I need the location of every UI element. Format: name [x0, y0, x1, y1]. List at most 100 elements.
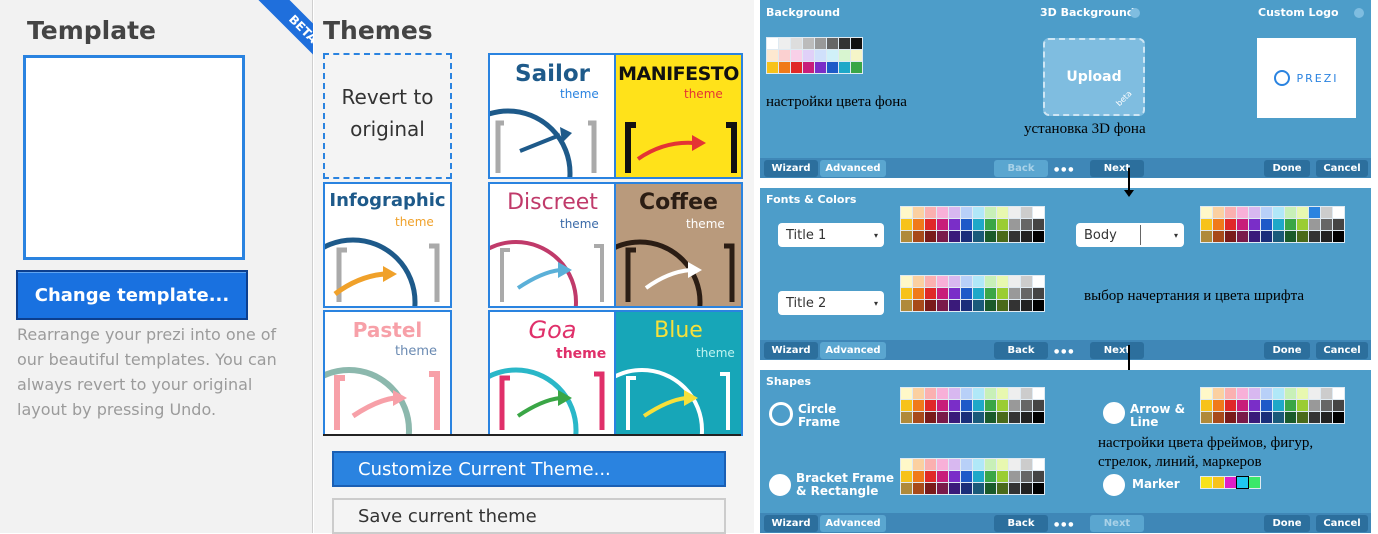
fonts-colors-heading: Fonts & Colors — [766, 193, 857, 206]
flow-arrow — [1128, 345, 1130, 373]
arrow-down-icon — [1124, 190, 1134, 197]
marker-color-palette[interactable] — [1200, 476, 1261, 489]
theme-discreet[interactable]: Discreet theme — [488, 182, 617, 308]
chevron-down-icon: ▾ — [873, 298, 878, 308]
divider — [323, 434, 741, 436]
arrow-line-color-palette[interactable] — [1200, 387, 1345, 424]
theme-pastel[interactable]: Pastel theme — [323, 310, 452, 436]
done-button[interactable]: Done — [1264, 342, 1310, 359]
theme-artwork-icon — [625, 122, 737, 173]
chevron-down-icon: ▾ — [1173, 230, 1178, 240]
body-font-select[interactable]: Body ▾ — [1076, 223, 1184, 247]
beta-ribbon: BETA — [240, 0, 313, 73]
bracket-frame-color-palette[interactable] — [900, 458, 1045, 495]
revert-to-original-tile[interactable]: Revert to original — [323, 53, 452, 179]
cancel-button[interactable]: Cancel — [1316, 515, 1368, 532]
back-button[interactable]: Back — [994, 342, 1048, 359]
theme-infographic[interactable]: Infographic theme — [323, 182, 452, 308]
theme-artwork-icon — [490, 108, 597, 177]
theme-manifesto[interactable]: MANIFESTO theme — [614, 53, 743, 179]
beta-label: BETA — [256, 0, 313, 73]
back-button[interactable]: Back — [994, 515, 1048, 532]
title2-color-palette[interactable] — [900, 275, 1045, 312]
fonts-colors-wizard-panel: Fonts & Colors Title 1 ▾ Body ▾ Title 2 ▾ в… — [760, 188, 1371, 360]
theme-artwork-icon — [616, 239, 735, 306]
background-heading: Background — [766, 6, 841, 19]
theme-blue[interactable]: Blue theme — [614, 310, 743, 436]
template-panel: Template BETA Change template... Rearran… — [0, 0, 313, 533]
annotation-shapes: настройки цвета фреймов, фигур, стрелок,… — [1098, 435, 1314, 470]
theme-sailor[interactable]: Sailor theme — [488, 53, 617, 179]
background-color-palette[interactable] — [766, 37, 863, 74]
custom-logo-heading: Custom Logo — [1258, 6, 1339, 19]
advanced-tab[interactable]: Advanced — [820, 515, 886, 532]
flow-arrow — [1128, 168, 1130, 190]
circle-frame-color-palette[interactable] — [900, 387, 1045, 424]
change-template-button[interactable]: Change template... — [16, 270, 248, 320]
progress-dots: ● ● ● — [1054, 521, 1074, 528]
theme-artwork-icon — [325, 367, 440, 434]
title2-label: Title 2 — [786, 295, 827, 311]
upload-3d-background-button[interactable]: Upload — [1043, 38, 1145, 116]
title1-font-select[interactable]: Title 1 ▾ — [778, 223, 884, 247]
cancel-button[interactable]: Cancel — [1316, 160, 1368, 177]
template-preview[interactable] — [23, 55, 245, 260]
advanced-tab[interactable]: Advanced — [820, 342, 886, 359]
annotation-3d-bg: установка 3D фона — [1024, 121, 1146, 137]
prezi-logo-icon — [1274, 70, 1291, 86]
title1-color-palette[interactable] — [900, 206, 1045, 243]
shapes-heading: Shapes — [766, 375, 812, 388]
theme-artwork-icon — [616, 368, 730, 434]
upload-label: Upload — [1066, 69, 1122, 85]
marker-label: Marker — [1132, 477, 1180, 491]
arrow-line-label: Arrow & Line — [1130, 402, 1186, 429]
marker-icon — [1103, 474, 1125, 496]
bracket-frame-icon — [769, 474, 791, 496]
annotation-fonts: выбор начертания и цвета шрифта — [1084, 288, 1305, 304]
themes-title: Themes — [323, 16, 433, 45]
progress-dots: ● ● ● — [1054, 348, 1074, 355]
save-theme-button[interactable]: Save current theme — [332, 498, 726, 534]
revert-label: Revert to original — [341, 85, 434, 141]
theme-goa[interactable]: Goa theme — [488, 310, 617, 436]
back-button[interactable]: Back — [994, 160, 1048, 177]
wizard-tab[interactable]: Wizard — [764, 160, 818, 177]
circle-frame-icon — [769, 402, 793, 426]
theme-coffee[interactable]: Coffee theme — [614, 182, 743, 308]
custom-logo-preview[interactable]: PREZI — [1257, 38, 1356, 118]
next-button[interactable]: Next — [1090, 342, 1144, 359]
done-button[interactable]: Done — [1264, 515, 1310, 532]
bracket-frame-label: Bracket Frame & Rectangle — [796, 471, 895, 498]
theme-artwork-icon — [325, 237, 440, 306]
shapes-wizard-panel: Shapes Circle Frame Arrow & Line настрой… — [760, 370, 1371, 533]
body-label: Body — [1084, 227, 1117, 243]
template-help-text: Rearrange your prezi into one of our bea… — [17, 325, 277, 419]
body-color-palette[interactable] — [1200, 206, 1345, 243]
next-button[interactable]: Next — [1090, 160, 1144, 177]
help-icon[interactable] — [1354, 8, 1364, 18]
wizard-toolbar: Wizard Advanced Back ● ● ● Next Done Can… — [760, 340, 1371, 360]
wizard-tab[interactable]: Wizard — [764, 515, 818, 532]
logo-text: PREZI — [1296, 71, 1339, 85]
customize-theme-button[interactable]: Customize Current Theme... — [332, 451, 726, 487]
wizard-toolbar: Wizard Advanced Back ● ● ● Next Done Can… — [760, 158, 1371, 178]
help-icon[interactable] — [1130, 8, 1140, 18]
template-title: Template — [27, 16, 156, 45]
annotation-bg-colors: настройки цвета фона — [766, 94, 907, 110]
wizard-tab[interactable]: Wizard — [764, 342, 818, 359]
theme-artwork-icon — [490, 367, 605, 434]
text-cursor — [1140, 225, 1141, 245]
wizard-toolbar: Wizard Advanced Back ● ● ● Next Done Can… — [760, 513, 1371, 533]
arrow-line-icon — [1103, 402, 1125, 424]
theme-artwork-icon — [490, 240, 604, 306]
advanced-tab[interactable]: Advanced — [820, 160, 886, 177]
progress-dots: ● ● ● — [1054, 166, 1074, 173]
background-3d-heading: 3D Background — [1040, 6, 1135, 19]
cancel-button[interactable]: Cancel — [1316, 342, 1368, 359]
done-button[interactable]: Done — [1264, 160, 1310, 177]
circle-frame-label: Circle Frame — [798, 402, 841, 429]
title1-label: Title 1 — [786, 227, 827, 243]
themes-panel: Themes Revert to original Sailor theme M… — [314, 0, 754, 534]
title2-font-select[interactable]: Title 2 ▾ — [778, 291, 884, 315]
next-button[interactable]: Next — [1090, 515, 1144, 532]
